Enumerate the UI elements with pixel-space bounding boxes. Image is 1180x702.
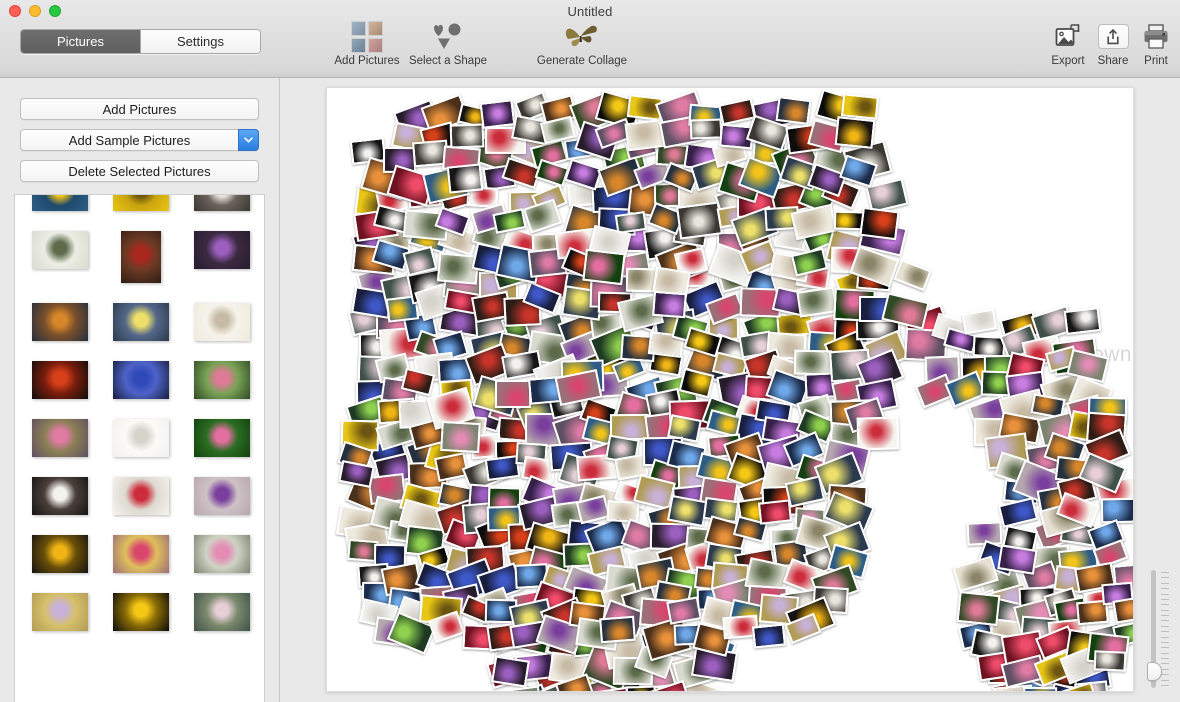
toolbar-add-pictures-label: Add Pictures — [334, 55, 400, 67]
add-sample-pictures-button-label: Add Sample Pictures — [68, 132, 191, 148]
thumbnail-yellow-chrysanthemum[interactable] — [112, 303, 169, 341]
collage-photo-tile[interactable] — [893, 258, 932, 292]
toolbar-select-shape[interactable]: Select a Shape — [403, 20, 493, 67]
add-pictures-button[interactable]: Add Pictures — [20, 98, 259, 120]
thumbnail-yellow-gerbera-black[interactable] — [31, 535, 88, 573]
app-window: Untitled Pictures Settings Add Pictures — [0, 0, 1180, 702]
thumbnail-grid — [15, 195, 264, 639]
toolbar-select-shape-label: Select a Shape — [408, 55, 487, 67]
share-icon — [1097, 20, 1129, 53]
collage-photo-tile[interactable] — [841, 92, 879, 120]
collage-photo-tile[interactable] — [1023, 686, 1058, 691]
thumbnail-crocus-field-yellow[interactable] — [31, 593, 88, 631]
collage-photo-tile[interactable] — [652, 290, 687, 319]
collage-photo-tile[interactable] — [676, 201, 724, 241]
collage-photo-tile[interactable] — [494, 380, 531, 409]
butterfly-icon — [562, 20, 602, 53]
thumbnail-sunflower-blue-sky[interactable] — [31, 195, 88, 211]
collage-photo-tile[interactable] — [795, 286, 838, 318]
add-pictures-button-label: Add Pictures — [102, 101, 177, 117]
toolbar-export-label: Export — [1051, 55, 1085, 67]
thumbnail-purple-crocus-blur[interactable] — [193, 477, 250, 515]
toolbar-print-label: Print — [1144, 55, 1168, 67]
thumbnail-orange-bloom-dark[interactable] — [31, 303, 88, 341]
chevron-down-icon[interactable] — [238, 129, 259, 151]
delete-selected-pictures-button[interactable]: Delete Selected Pictures — [20, 160, 259, 182]
export-image-icon — [1053, 20, 1083, 53]
collage-photo-tile[interactable] — [859, 206, 900, 241]
thumbnail-yellow-daisies[interactable] — [112, 195, 169, 211]
add-sample-pictures-button[interactable]: Add Sample Pictures — [20, 129, 259, 151]
thumbnail-pink-tulip[interactable] — [31, 419, 88, 457]
collage-photo-tile[interactable] — [440, 420, 481, 453]
thumbnail-pink-bouquet-vase[interactable] — [193, 535, 250, 573]
thumbnail-waterlily-pond[interactable] — [193, 593, 250, 631]
thumbnail-pink-roses-green[interactable] — [193, 361, 250, 399]
canvas-area[interactable]: M www.MacDown.com — [280, 78, 1180, 702]
delete-selected-pictures-button-label: Delete Selected Pictures — [68, 163, 211, 179]
collage-photo-tile[interactable] — [479, 99, 516, 130]
toolbar-share-label: Share — [1097, 55, 1129, 67]
toolbar-add-pictures[interactable]: Add Pictures — [322, 20, 412, 67]
collage-photo-tile[interactable] — [752, 623, 787, 649]
toolbar-print[interactable]: Print — [1134, 20, 1178, 67]
thumbnail-white-flower-bed[interactable] — [31, 231, 88, 269]
collage-photo-tile[interactable] — [998, 497, 1039, 528]
thumbnail-mixed-flower-market[interactable] — [112, 535, 169, 573]
toolbar-share[interactable]: Share — [1090, 20, 1136, 67]
collage-photo-tile[interactable] — [491, 655, 531, 688]
toolbar-generate-collage-label: Generate Collage — [536, 55, 628, 67]
thumbnail-panel[interactable] — [14, 194, 265, 702]
thumbnail-red-rose-dark[interactable] — [120, 231, 161, 283]
thumbnail-white-blossom-cluster[interactable] — [193, 195, 250, 211]
collage-photo-tile[interactable] — [338, 460, 376, 489]
titlebar: Untitled Pictures Settings Add Pictures — [0, 0, 1180, 78]
photo-grid-icon — [351, 20, 383, 53]
collage-photo-tile[interactable] — [757, 499, 793, 525]
collage-photo-tile[interactable] — [997, 544, 1038, 575]
thumbnail-blue-cornflowers[interactable] — [112, 361, 169, 399]
collage-photo-tile[interactable] — [581, 248, 626, 286]
toolbar-generate-collage[interactable]: Generate Collage — [536, 20, 628, 67]
collage-photo-tile[interactable] — [961, 308, 998, 335]
collage-photo-tile[interactable] — [599, 615, 637, 643]
thumbnail-white-speckled-field[interactable] — [193, 303, 250, 341]
zoom-slider-thumb[interactable] — [1147, 662, 1162, 681]
collage-photo-tile[interactable] — [1093, 650, 1127, 672]
thumbnail-white-flower-paper[interactable] — [112, 419, 169, 457]
window-title: Untitled — [567, 4, 613, 19]
printer-icon — [1141, 20, 1171, 53]
sidebar: Add Pictures Add Sample Pictures Delete … — [0, 78, 280, 702]
collage-photo-tile[interactable] — [534, 159, 570, 188]
thumbnail-pink-lotus-green[interactable] — [193, 419, 250, 457]
collage-photo-tile[interactable] — [447, 162, 484, 194]
collage-photo-tile[interactable] — [718, 97, 757, 127]
thumbnail-white-daisy-black[interactable] — [31, 477, 88, 515]
tab-pictures[interactable]: Pictures — [21, 30, 140, 53]
collage-photo-tile[interactable] — [1100, 498, 1133, 524]
collage-photo-tile[interactable] — [794, 349, 833, 376]
thumbnail-red-on-black[interactable] — [31, 361, 88, 399]
collage-photo-tile[interactable] — [834, 115, 875, 149]
collage-photo-tile[interactable] — [689, 118, 723, 140]
thumbnail-yellow-dahlia-black[interactable] — [112, 593, 169, 631]
collage-photo-tile[interactable] — [666, 596, 702, 625]
zoom-slider[interactable] — [1146, 566, 1171, 692]
view-segmented-control[interactable]: Pictures Settings — [20, 29, 261, 54]
collage-photo-tile[interactable] — [775, 95, 812, 125]
tab-settings[interactable]: Settings — [140, 30, 260, 53]
collage-photo-tile[interactable] — [956, 590, 1001, 626]
collage-canvas[interactable]: M www.MacDown.com — [326, 87, 1134, 692]
collage-photo-tile[interactable] — [1064, 307, 1102, 335]
thumbnail-red-rose-envelope[interactable] — [112, 477, 169, 515]
thumbnail-purple-aster[interactable] — [193, 231, 250, 269]
shapes-icon — [431, 20, 465, 53]
toolbar-export[interactable]: Export — [1044, 20, 1092, 67]
collage-photo-tile[interactable] — [449, 123, 485, 149]
zoom-slider-ticks — [1161, 572, 1169, 686]
